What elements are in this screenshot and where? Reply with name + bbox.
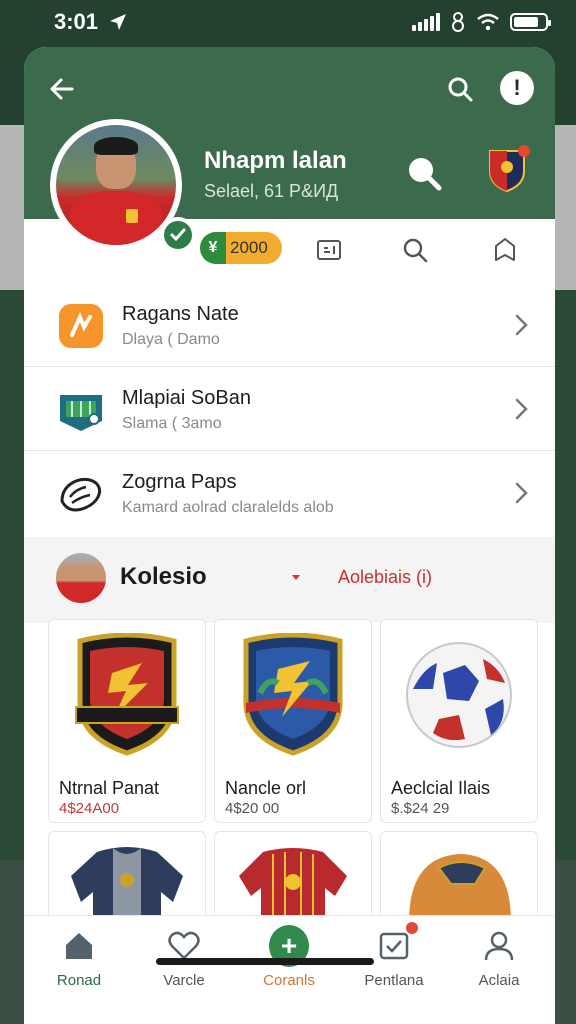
product-name: Aeclcial Ilais — [391, 778, 491, 798]
product-price: $.$24 29 — [391, 800, 450, 817]
chevron-right-icon — [515, 482, 528, 504]
profile-subtitle: Selael, 61 P&ИД — [204, 181, 339, 201]
back-button[interactable] — [44, 71, 80, 107]
quick-actions: ¥ 2000 — [200, 231, 282, 265]
notification-dot — [518, 145, 530, 157]
home-icon — [59, 926, 99, 966]
scoreboard-button[interactable] — [314, 235, 344, 265]
cleat-icon — [58, 471, 104, 517]
nav-label: Coranls — [263, 972, 315, 989]
home-indicator[interactable] — [156, 958, 374, 965]
nav-label: Pentlana — [364, 972, 424, 989]
alert-icon: ! — [513, 75, 521, 100]
status-bar: 3:01 — [0, 0, 576, 44]
check-icon — [170, 228, 186, 242]
profile-search-button[interactable] — [404, 153, 444, 193]
bookmark-icon — [495, 238, 515, 261]
nav-item-home[interactable]: Ronad — [34, 926, 124, 996]
points-button[interactable]: ¥ 2000 — [200, 232, 282, 264]
bookmark-button[interactable] — [490, 235, 520, 265]
nav-label: Ronad — [56, 972, 102, 989]
list-item[interactable]: Ragans Nate Dlaya ( Damo — [24, 283, 555, 367]
collection-link[interactable]: Aolebiais (i) — [338, 567, 432, 588]
helmet-icon — [381, 832, 537, 920]
crest-red-icon — [49, 620, 205, 770]
product-card[interactable]: Nancle orl 4$20 00 — [214, 619, 372, 823]
chevron-right-icon — [515, 398, 528, 420]
wifi-icon — [477, 13, 499, 31]
user-icon — [479, 926, 519, 966]
list-item-subtitle: Kamard aolrad claralelds alob — [122, 499, 334, 516]
list-item-subtitle: Slama ( 3amo — [122, 415, 222, 432]
caret-down-icon[interactable] — [292, 575, 300, 580]
jersey-icon — [215, 832, 371, 920]
person-status-icon — [452, 12, 464, 32]
nav-badge-dot — [406, 922, 418, 934]
list-item[interactable]: Zogrna Paps Kamard aolrad claralelds alo… — [24, 451, 555, 535]
product-price: 4$24A00 — [59, 800, 120, 817]
product-name: Ntrnal Panat — [59, 778, 160, 798]
status-time: 3:01 — [54, 9, 99, 34]
verified-badge — [160, 217, 196, 253]
location-arrow-icon — [110, 14, 127, 30]
battery-icon — [510, 13, 551, 31]
nav-item-profile[interactable]: Aclaia — [454, 926, 544, 996]
bottom-navigation: Ronad Varcle + Coranls Pentlana Aclaia — [24, 915, 555, 1024]
points-value: 2000 — [230, 238, 268, 257]
jacket-icon — [49, 832, 205, 920]
search-icon — [403, 238, 428, 263]
main-card: ! Nhapm lalan Selael, 61 P&ИД ¥ 2000 Rag… — [24, 47, 555, 1024]
back-arrow-icon — [50, 78, 74, 100]
list-item-title: Mlapiai SoBan — [122, 387, 251, 409]
nav-label: Varcle — [163, 972, 205, 989]
menu-list: Ragans Nate Dlaya ( Damo Mlapiai SoBan S… — [24, 283, 555, 535]
list-item-title: Ragans Nate — [122, 303, 239, 325]
collection-header: Kolesio Aolebiais (i) — [24, 537, 555, 623]
crest-blue-icon — [215, 620, 371, 770]
nav-label: Aclaia — [478, 972, 520, 989]
signal-icon — [412, 13, 440, 31]
product-card[interactable] — [214, 831, 372, 921]
collection-title: Kolesio — [120, 563, 207, 590]
profile-name: Nhapm lalan — [204, 147, 347, 174]
checkbox-icon — [374, 922, 418, 966]
alert-button[interactable]: ! — [500, 71, 534, 105]
avatar-photo — [56, 125, 176, 245]
list-item-subtitle: Dlaya ( Damo — [122, 331, 220, 348]
product-card[interactable] — [48, 831, 206, 921]
collection-avatar — [56, 553, 106, 603]
product-card[interactable] — [380, 831, 538, 921]
search-button[interactable] — [442, 71, 478, 107]
status-time-group: 3:01 — [54, 9, 128, 35]
status-icons — [412, 12, 551, 32]
product-card[interactable]: Ntrnal Panat 4$24A00 — [48, 619, 206, 823]
product-name: Nancle orl — [225, 778, 307, 798]
stadium-icon — [58, 387, 104, 433]
search-icon — [409, 158, 442, 191]
product-price: 4$20 00 — [225, 800, 280, 817]
scoreboard-icon — [317, 240, 341, 260]
search-icon — [448, 77, 473, 102]
chevron-right-icon — [515, 314, 528, 336]
list-item[interactable]: Mlapiai SoBan Slama ( 3amo — [24, 367, 555, 451]
points-icon: ¥ — [200, 232, 226, 264]
list-item-title: Zogrna Paps — [122, 471, 237, 493]
product-card[interactable]: Aeclcial Ilais $.$24 29 — [380, 619, 538, 823]
football-icon — [381, 620, 537, 770]
orange-app-icon — [58, 303, 104, 349]
quick-search-button[interactable] — [400, 235, 430, 265]
